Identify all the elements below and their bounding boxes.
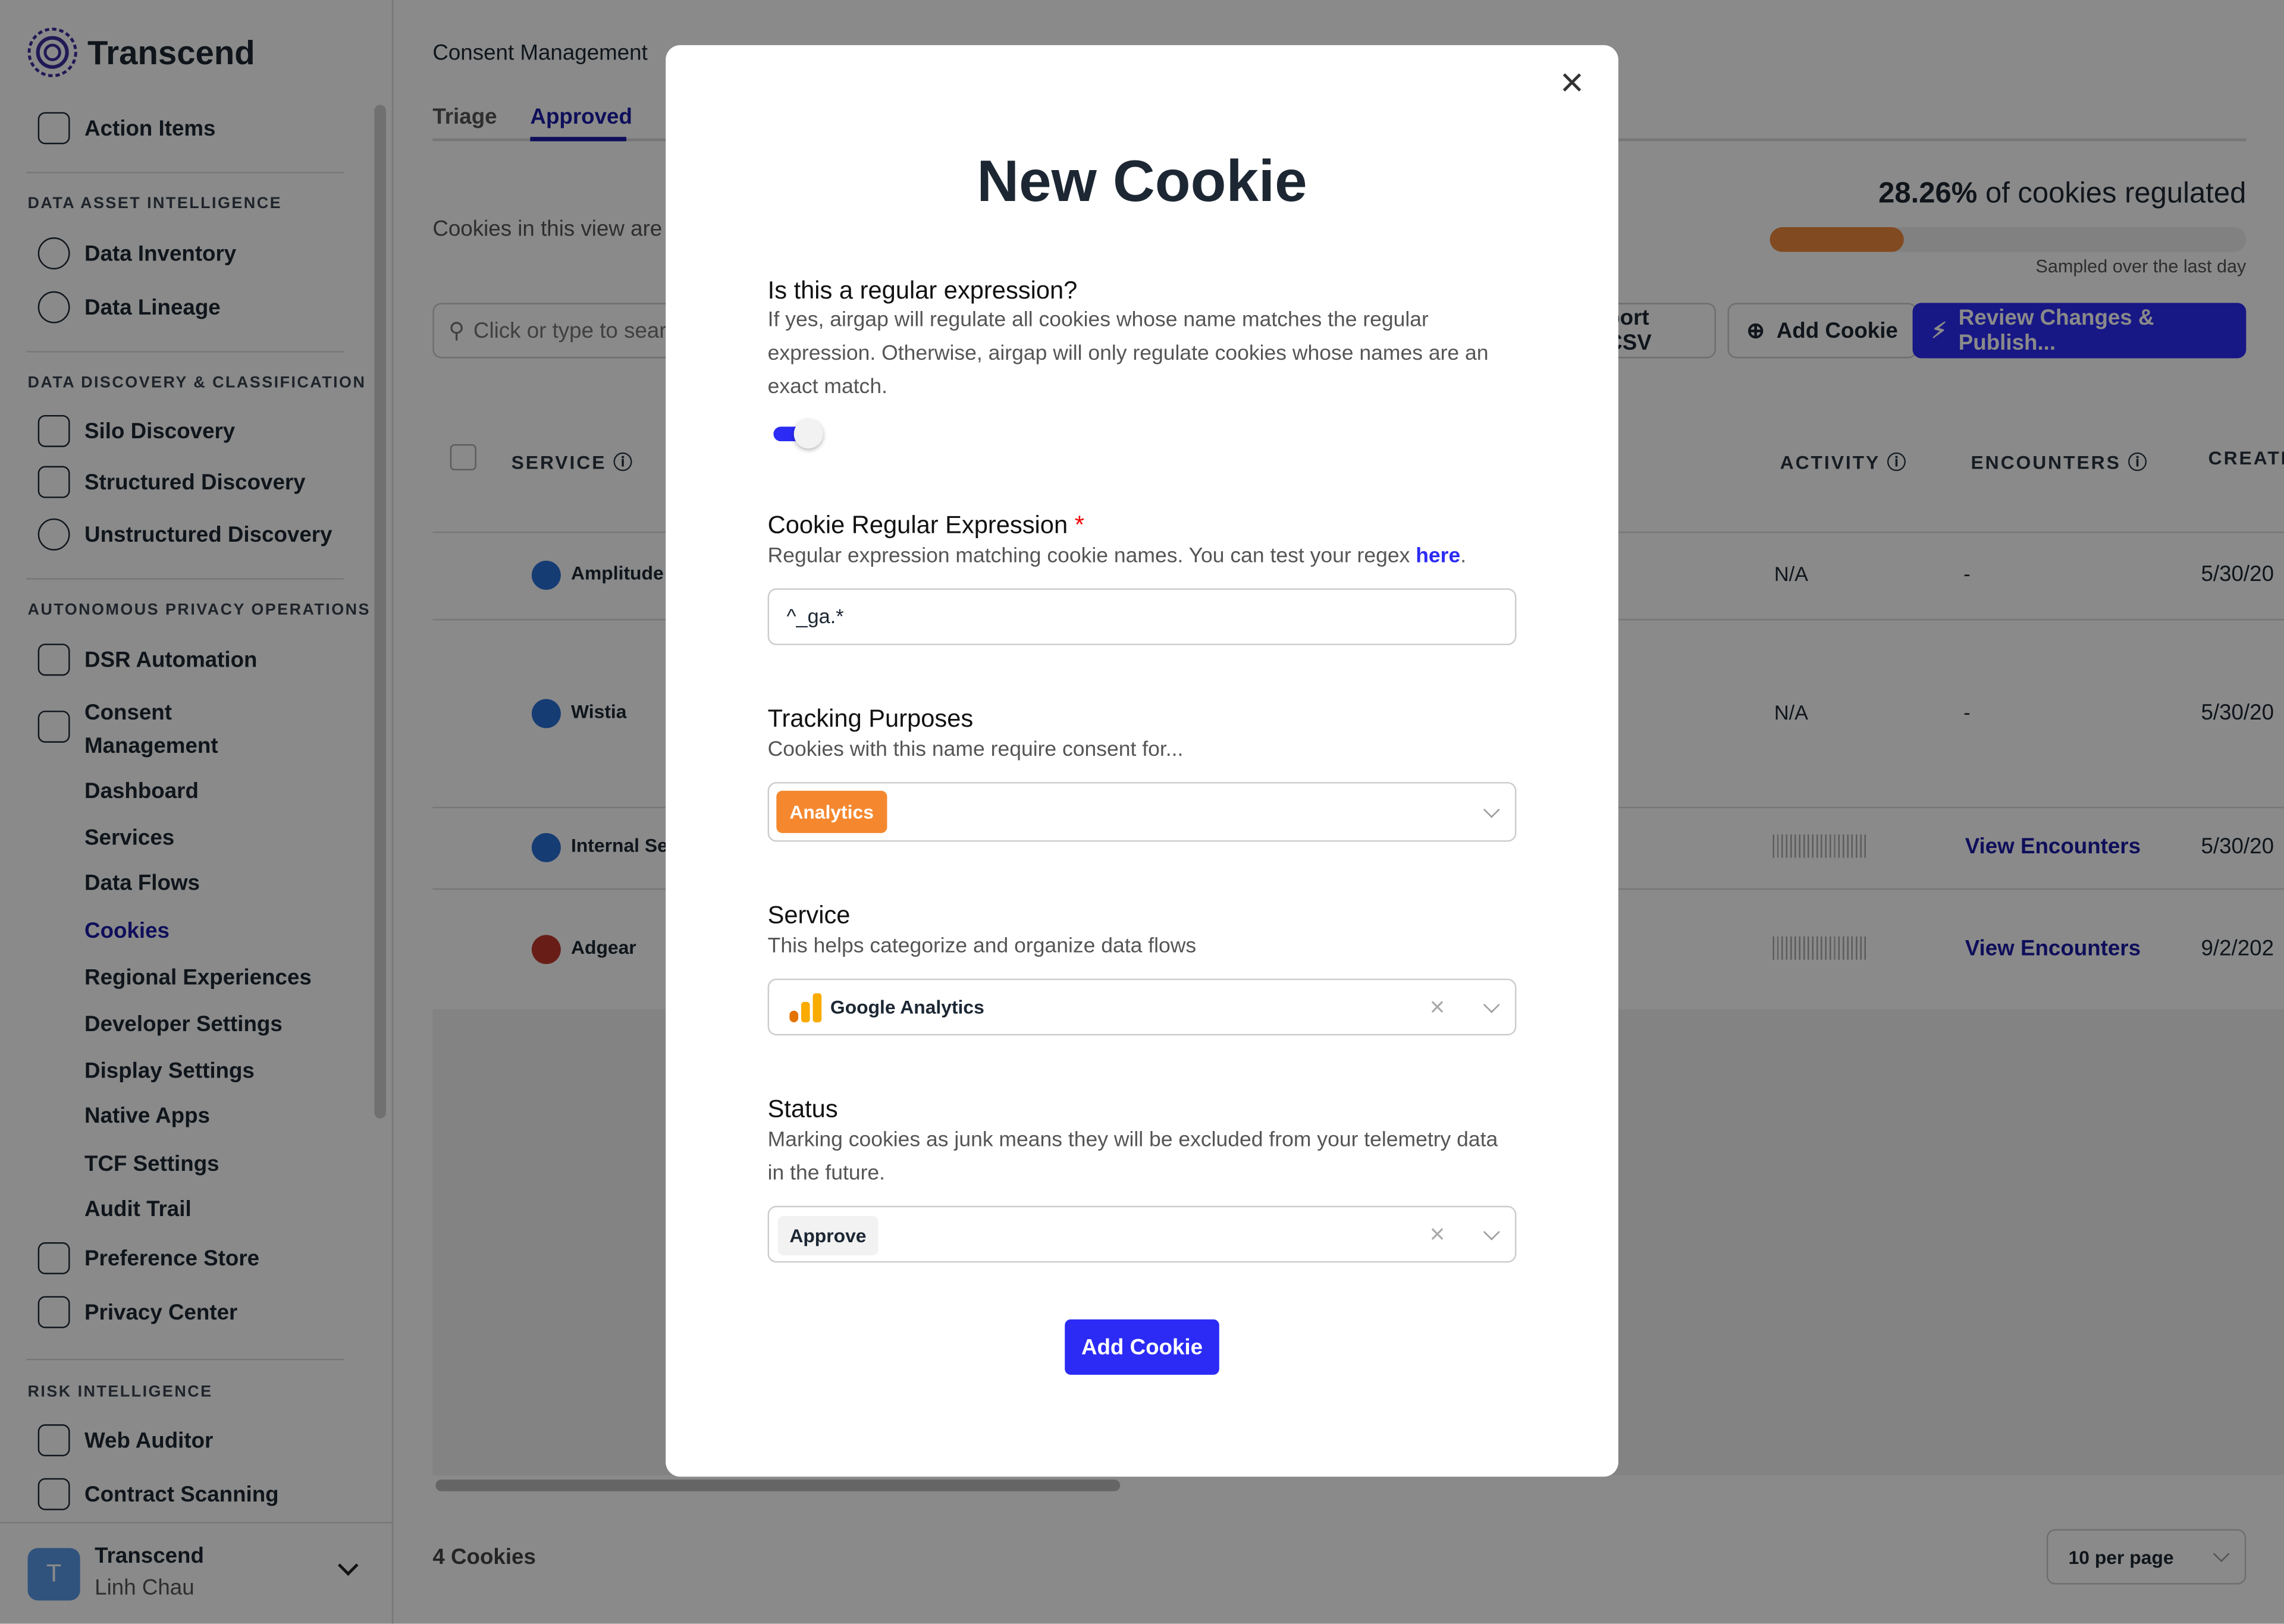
chevron-down-icon [1483, 800, 1500, 818]
service-help: This helps categorize and organize data … [767, 935, 1197, 959]
expression-input[interactable]: ^_ga.* [767, 588, 1517, 645]
status-value: Approve [777, 1215, 879, 1256]
modal-title: New Cookie [977, 150, 1307, 215]
new-cookie-modal: × New Cookie Is this a regular expressio… [666, 45, 1618, 1477]
service-label: Service [767, 901, 851, 929]
purposes-select[interactable]: Analytics [767, 782, 1517, 842]
toggle-knob [793, 419, 823, 449]
service-select[interactable]: Google Analytics × [767, 978, 1517, 1036]
chevron-down-icon [1483, 1223, 1500, 1240]
chevron-down-icon [1483, 995, 1500, 1013]
status-help: Marking cookies as junk means they will … [767, 1128, 1498, 1186]
expression-help: Regular expression matching cookie names… [767, 544, 1467, 568]
regex-toggle[interactable] [773, 419, 823, 449]
service-value: Google Analytics [830, 996, 984, 1018]
expression-label: Cookie Regular Expression * [767, 511, 1084, 539]
required-marker: * [1074, 511, 1084, 539]
purposes-help: Cookies with this name require consent f… [767, 738, 1184, 762]
clear-icon[interactable]: × [1430, 992, 1445, 1022]
regex-tester-link[interactable]: here [1416, 545, 1460, 568]
google-analytics-icon [789, 993, 822, 1023]
regex-question: Is this a regular expression? [767, 277, 1078, 304]
purpose-tag-analytics[interactable]: Analytics [776, 790, 887, 833]
add-cookie-submit-button[interactable]: Add Cookie [1065, 1319, 1219, 1375]
status-label: Status [767, 1095, 838, 1123]
regex-help: If yes, airgap will regulate all cookies… [767, 309, 1489, 400]
purposes-label: Tracking Purposes [767, 705, 974, 733]
status-select[interactable]: Approve × [767, 1205, 1517, 1263]
clear-icon[interactable]: × [1430, 1219, 1445, 1249]
close-icon[interactable]: × [1560, 62, 1584, 103]
